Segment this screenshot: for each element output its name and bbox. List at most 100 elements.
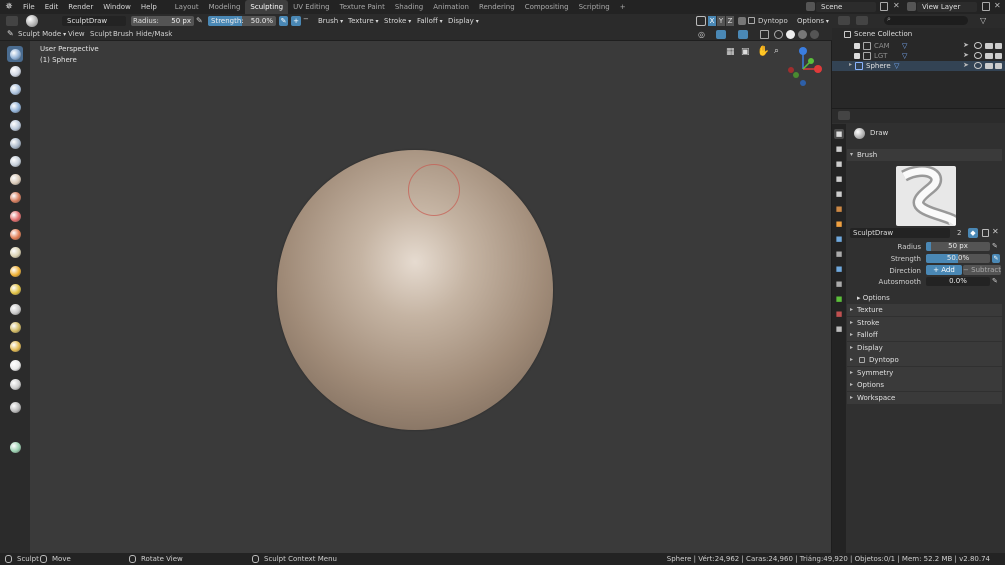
exclude-checkbox[interactable]: [854, 53, 860, 59]
thumb-icon[interactable]: [7, 301, 23, 317]
panel-falloff[interactable]: Falloff: [847, 329, 1002, 341]
strength-slider[interactable]: 50.0%: [926, 254, 990, 263]
overlay-toggle-icon[interactable]: [738, 30, 748, 39]
scrape-icon[interactable]: [7, 226, 23, 242]
grab-icon[interactable]: [7, 263, 23, 279]
brush-panel-header[interactable]: Brush: [847, 149, 1002, 161]
display-menu[interactable]: Display: [448, 14, 479, 29]
viewport-display-icon[interactable]: [985, 53, 993, 59]
brush-texture-preview[interactable]: [896, 166, 956, 226]
radius-field[interactable]: Radius: 50 px: [131, 16, 194, 26]
shading-wireframe-icon[interactable]: [774, 30, 783, 39]
menu-window[interactable]: Window: [98, 0, 136, 14]
copy-scene-icon[interactable]: [880, 2, 888, 11]
output-icon[interactable]: ■: [834, 159, 844, 169]
simplify-icon[interactable]: [7, 357, 23, 373]
display-mode-icon[interactable]: [856, 16, 868, 25]
menu-edit[interactable]: Edit: [40, 0, 64, 14]
view-menu[interactable]: View: [68, 28, 85, 41]
options-menu[interactable]: Options: [797, 14, 829, 29]
panel-stroke[interactable]: Stroke: [847, 316, 1002, 329]
object-icon[interactable]: ■: [834, 219, 844, 229]
unlink-brush-icon[interactable]: ✕: [992, 227, 999, 236]
radius-pressure-icon[interactable]: ✎: [196, 16, 203, 25]
brush-menu[interactable]: Brush: [318, 14, 343, 29]
fill-icon[interactable]: [7, 208, 23, 224]
3d-viewport[interactable]: User Perspective (1) Sphere ▦ ▣ ✋ ⌕: [30, 41, 831, 553]
brush-menu-2[interactable]: Brush: [113, 28, 133, 41]
delete-scene-icon[interactable]: ✕: [893, 1, 900, 10]
copy-view-layer-icon[interactable]: [982, 2, 990, 11]
strength-pressure-icon[interactable]: ✎: [279, 16, 288, 26]
draw-icon[interactable]: [7, 46, 23, 62]
editor-type-icon[interactable]: [6, 16, 18, 26]
annotate-icon[interactable]: [7, 439, 23, 455]
brush-name-field[interactable]: SculptDraw: [62, 16, 126, 26]
tab-texture-paint[interactable]: Texture Paint: [335, 0, 390, 14]
particles-icon[interactable]: ■: [834, 249, 844, 259]
mask-icon[interactable]: [7, 376, 23, 392]
pinch-icon[interactable]: [7, 244, 23, 260]
symmetry-y-toggle[interactable]: Y: [717, 16, 725, 26]
box-mask-icon[interactable]: [7, 399, 23, 415]
tab-animation[interactable]: Animation: [428, 0, 474, 14]
panel-display[interactable]: Display: [847, 341, 1002, 354]
world-icon[interactable]: ■: [834, 204, 844, 214]
menu-file[interactable]: File: [18, 0, 40, 14]
gizmo-toggle-icon[interactable]: [716, 30, 726, 39]
autosmooth-slider[interactable]: 0.0%: [926, 277, 990, 286]
smooth-icon[interactable]: [7, 171, 23, 187]
tab-shading[interactable]: Shading: [390, 0, 428, 14]
strength-pressure-toggle-icon[interactable]: ✎: [992, 254, 1000, 263]
autosmooth-pressure-icon[interactable]: ✎: [992, 277, 998, 285]
scene-icon[interactable]: [806, 2, 815, 11]
tab-uv-editing[interactable]: UV Editing: [288, 0, 335, 14]
outliner-row-cam[interactable]: CAM ▽ ➤: [832, 41, 1005, 51]
blob-icon[interactable]: [7, 135, 23, 151]
brush-options-subpanel[interactable]: ▸ Options: [857, 294, 890, 302]
subtract-direction-button[interactable]: −: [303, 15, 309, 23]
toggle-camera-view-icon[interactable]: ▦: [726, 47, 735, 57]
filter-icon[interactable]: ▽: [980, 16, 986, 25]
blender-logo-icon[interactable]: ✵: [0, 2, 18, 12]
viewport-display-icon[interactable]: [985, 43, 993, 49]
modifier-icon[interactable]: ■: [834, 234, 844, 244]
dyntopo-checkbox[interactable]: [748, 17, 755, 24]
shading-rendered-icon[interactable]: [810, 30, 819, 39]
render-camera-icon[interactable]: [995, 63, 1002, 69]
radius-pressure-toggle-icon[interactable]: ✎: [992, 242, 998, 250]
tab-scripting[interactable]: Scripting: [574, 0, 615, 14]
constraints-icon[interactable]: ■: [834, 279, 844, 289]
symmetry-x-toggle[interactable]: X: [708, 16, 716, 26]
object-data-icon[interactable]: ■: [834, 294, 844, 304]
flatten-icon[interactable]: [7, 189, 23, 205]
hide-mask-menu[interactable]: Hide/Mask: [136, 28, 172, 41]
texture-icon[interactable]: ■: [834, 324, 844, 334]
strength-field[interactable]: Strength: 50.0%: [208, 16, 276, 26]
outliner-row-lgt[interactable]: LGT ▽ ➤: [832, 51, 1005, 61]
direction-add-button[interactable]: + Add: [926, 265, 962, 275]
falloff-menu[interactable]: Falloff: [417, 14, 443, 29]
scene-icon[interactable]: ■: [834, 189, 844, 199]
nudge-icon[interactable]: [7, 319, 23, 335]
inflate-icon[interactable]: [7, 117, 23, 133]
dyntopo-label[interactable]: Dyntopo: [758, 14, 788, 28]
brush-preview-icon[interactable]: [26, 15, 38, 27]
mask-options-icon[interactable]: [738, 17, 746, 25]
scene-field[interactable]: Scene: [816, 2, 876, 12]
selectable-icon[interactable]: ➤: [963, 51, 969, 59]
tab-sculpting[interactable]: Sculpting: [245, 0, 289, 14]
scene-collection-label[interactable]: Scene Collection: [854, 30, 912, 38]
outliner-search-input[interactable]: ⌕: [884, 15, 968, 25]
panel-texture[interactable]: Texture: [847, 304, 1002, 316]
visibility-eye-icon[interactable]: [974, 62, 982, 69]
properties-editor-icon[interactable]: [838, 111, 850, 120]
physics-icon[interactable]: ■: [834, 264, 844, 274]
visibility-eye-icon[interactable]: [974, 42, 982, 49]
new-brush-icon[interactable]: [982, 229, 989, 237]
selectable-icon[interactable]: ➤: [963, 61, 969, 69]
clay-icon[interactable]: [7, 63, 23, 79]
render-icon[interactable]: ■: [834, 144, 844, 154]
clay-strips-icon[interactable]: [7, 81, 23, 97]
render-camera-icon[interactable]: [995, 53, 1002, 59]
